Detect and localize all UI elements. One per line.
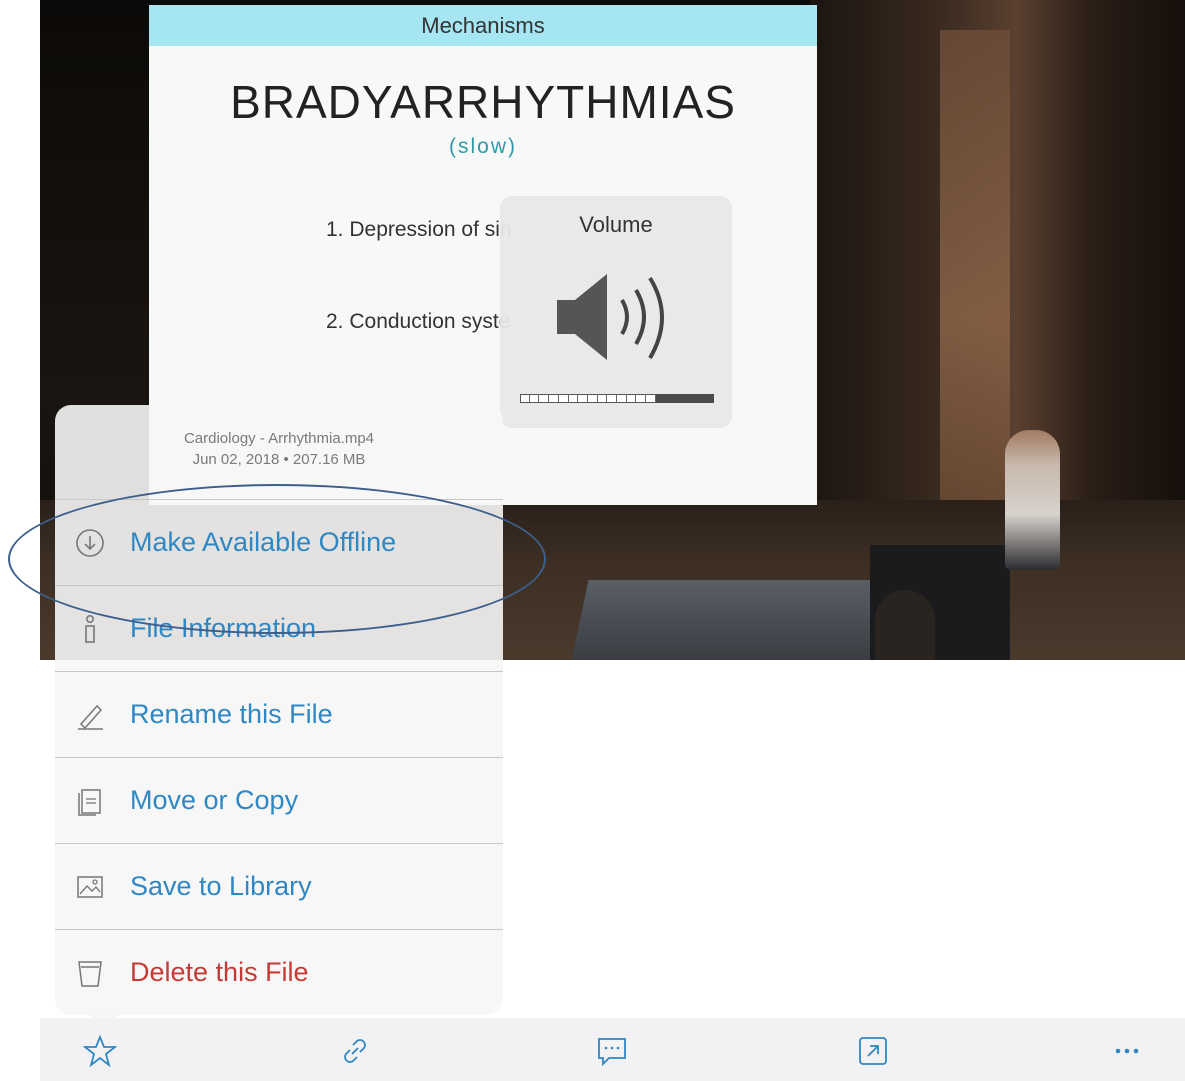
menu-item-save-to-library[interactable]: Save to Library [55,843,503,929]
annotation-highlight-ellipse [8,484,546,634]
info-icon [85,614,95,643]
menu-item-delete-file[interactable]: Delete this File [55,929,503,1015]
slide-item-1: 1. Depression of sin [326,218,512,241]
image-icon [77,875,103,898]
app-screen: Mechanisms BRADYARRHYTHMIAS (slow) 1. De… [0,0,1185,1081]
comment-icon[interactable] [595,1034,629,1068]
link-icon[interactable] [338,1034,372,1068]
pencil-icon [78,704,103,730]
slide-subtitle: (slow) [449,135,517,158]
menu-label: Move or Copy [130,785,299,815]
folder-icon [78,788,101,816]
open-external-icon[interactable] [856,1034,890,1068]
menu-label: Rename this File [130,699,333,729]
file-name: Cardiology - Arrhythmia.mp4 [183,430,375,447]
menu-label: Save to Library [130,871,312,901]
file-meta: Jun 02, 2018 • 207.16 MB [192,451,366,468]
trash-icon [78,960,102,987]
slide-item-2: 2. Conduction syste [326,310,511,333]
menu-item-rename-file[interactable]: Rename this File [55,671,503,757]
lecture-speaker [1005,430,1060,570]
speaker-icon [557,274,664,360]
volume-level-bar [520,394,714,403]
slide-header: Mechanisms [149,5,817,46]
menu-item-move-or-copy[interactable]: Move or Copy [55,757,503,843]
menu-label: Delete this File [130,957,309,987]
volume-title: Volume [579,212,653,237]
slide-title: BRADYARRHYTHMIAS [230,76,736,128]
audience-member [875,590,935,660]
star-icon[interactable] [83,1034,117,1068]
volume-hud: Volume [500,196,732,428]
bottom-toolbar [40,1018,1185,1081]
more-icon[interactable] [1110,1034,1144,1068]
